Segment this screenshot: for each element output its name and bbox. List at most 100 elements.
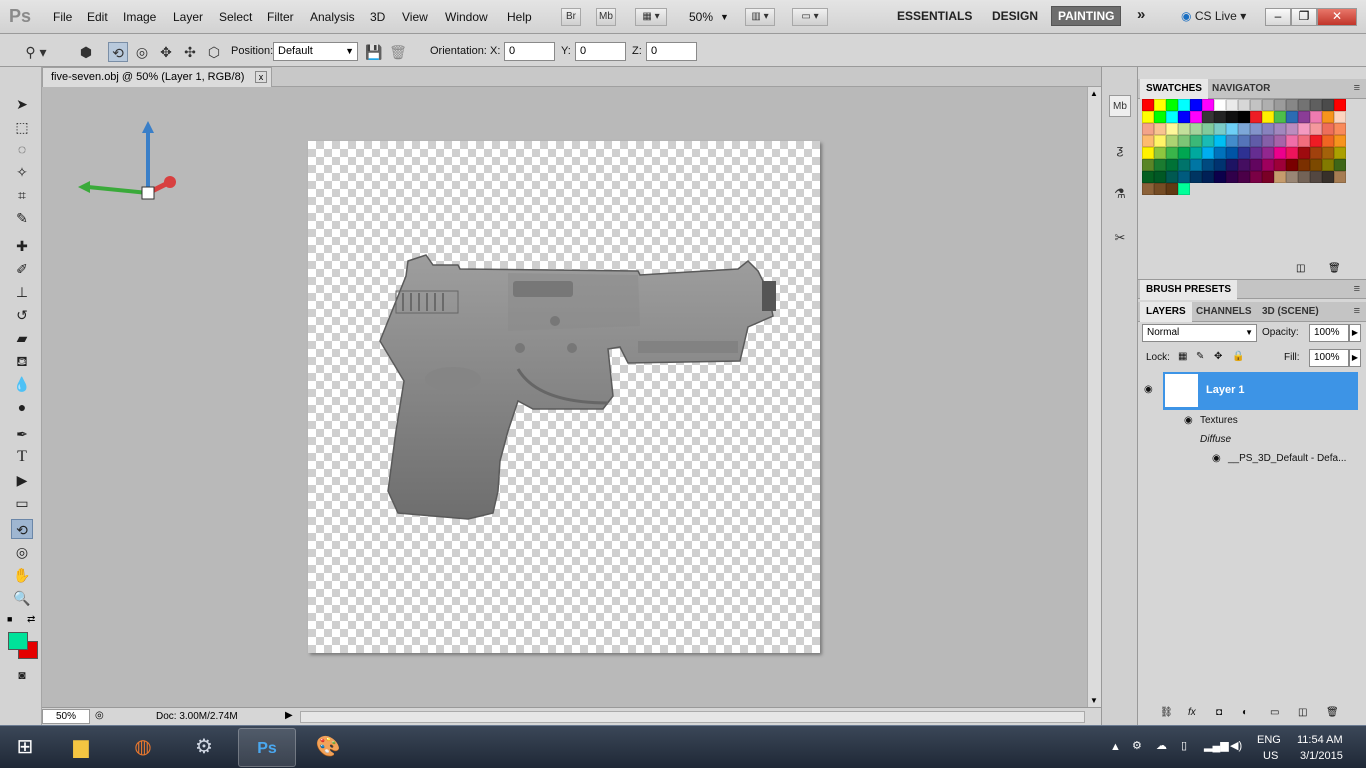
lasso-tool-icon[interactable]: ◌ xyxy=(11,139,33,159)
color-swatch[interactable] xyxy=(1190,171,1202,183)
eraser-tool-icon[interactable]: ▰ xyxy=(11,328,33,348)
opacity-field[interactable]: 100% xyxy=(1309,324,1349,342)
scale-3d-icon[interactable]: ⬡ xyxy=(204,42,224,62)
brush-tool-icon[interactable]: ✐ xyxy=(11,259,33,279)
color-swatch[interactable] xyxy=(1226,171,1238,183)
color-swatch[interactable] xyxy=(1238,171,1250,183)
fill-field[interactable]: 100% xyxy=(1309,349,1349,367)
color-swatch[interactable] xyxy=(1178,123,1190,135)
color-swatch[interactable] xyxy=(1226,135,1238,147)
vertical-scrollbar[interactable]: ▲ ▼ xyxy=(1087,87,1101,707)
color-swatch[interactable] xyxy=(1190,99,1202,111)
scroll-down-icon[interactable]: ▼ xyxy=(1090,696,1098,705)
color-swatch[interactable] xyxy=(1322,147,1334,159)
clone-stamp-tool-icon[interactable]: ⊥ xyxy=(11,282,33,302)
color-swatch[interactable] xyxy=(1142,171,1154,183)
status-info-icon[interactable]: ◎ xyxy=(95,710,104,721)
blur-tool-icon[interactable]: 💧 xyxy=(11,374,33,394)
color-swatch[interactable] xyxy=(1214,111,1226,123)
color-swatch[interactable] xyxy=(1274,99,1286,111)
cs-live-button[interactable]: ◉ CS Live ▾ xyxy=(1181,9,1246,23)
lock-all-icon[interactable]: 🔒 xyxy=(1232,351,1244,362)
color-swatch[interactable] xyxy=(1334,171,1346,183)
delete-layer-icon[interactable]: 🗑 xyxy=(1326,707,1339,718)
menu-view[interactable]: View xyxy=(402,10,428,24)
save-view-icon[interactable]: 💾 xyxy=(364,42,384,62)
drag-3d-icon[interactable]: ✥ xyxy=(156,42,176,62)
color-swatch[interactable] xyxy=(1142,135,1154,147)
color-swatch[interactable] xyxy=(1298,99,1310,111)
color-swatch[interactable] xyxy=(1166,111,1178,123)
color-swatch[interactable] xyxy=(1214,171,1226,183)
panel-menu-icon[interactable]: ≡ xyxy=(1354,283,1360,295)
new-swatch-icon[interactable]: ◫ xyxy=(1296,263,1305,274)
color-swatch[interactable] xyxy=(1262,159,1274,171)
crop-tool-icon[interactable]: ⌗ xyxy=(11,185,33,205)
color-swatch[interactable] xyxy=(1262,111,1274,123)
orientation-z-field[interactable]: 0 xyxy=(646,42,697,61)
layer-mask-icon[interactable]: ◘ xyxy=(1216,707,1222,718)
return-to-initial-position-icon[interactable]: ⬢ xyxy=(76,42,96,62)
new-group-icon[interactable]: ▭ xyxy=(1270,707,1279,718)
color-swatch[interactable] xyxy=(1250,111,1262,123)
menu-select[interactable]: Select xyxy=(219,10,252,24)
menu-file[interactable]: File xyxy=(53,10,72,24)
orientation-y-field[interactable]: 0 xyxy=(575,42,626,61)
workspace-design[interactable]: DESIGN xyxy=(992,9,1038,23)
color-swatch[interactable] xyxy=(1274,147,1286,159)
color-swatch[interactable] xyxy=(1286,147,1298,159)
menu-help[interactable]: Help xyxy=(507,10,532,24)
new-layer-icon[interactable]: ◫ xyxy=(1298,707,1307,718)
color-swatch[interactable] xyxy=(1214,99,1226,111)
color-swatch[interactable] xyxy=(1322,135,1334,147)
color-swatch[interactable] xyxy=(1250,147,1262,159)
color-swatch[interactable] xyxy=(1298,171,1310,183)
color-swatch[interactable] xyxy=(1286,171,1298,183)
firefox-icon[interactable]: ◍ xyxy=(114,728,172,767)
color-swatch[interactable] xyxy=(1274,135,1286,147)
panel-menu-icon[interactable]: ≡ xyxy=(1354,82,1360,94)
document-canvas[interactable] xyxy=(308,141,820,653)
start-button-icon[interactable]: ⊞ xyxy=(2,728,48,767)
orientation-x-field[interactable]: 0 xyxy=(504,42,555,61)
color-swatch[interactable] xyxy=(1262,99,1274,111)
color-swatch[interactable] xyxy=(1286,123,1298,135)
color-swatch[interactable] xyxy=(1238,99,1250,111)
color-swatch[interactable] xyxy=(1142,147,1154,159)
clock-time[interactable]: 11:54 AM xyxy=(1297,734,1343,746)
color-swatch[interactable] xyxy=(1154,123,1166,135)
healing-brush-tool-icon[interactable]: ✚ xyxy=(11,236,33,256)
layer-style-icon[interactable]: fx xyxy=(1188,707,1196,718)
color-swatch[interactable] xyxy=(1166,99,1178,111)
color-swatch[interactable] xyxy=(1250,99,1262,111)
color-swatch[interactable] xyxy=(1262,171,1274,183)
color-swatch[interactable] xyxy=(1166,159,1178,171)
zoom-dropdown-icon[interactable]: ▼ xyxy=(720,12,729,22)
color-swatch[interactable] xyxy=(1190,159,1202,171)
color-swatch[interactable] xyxy=(1166,171,1178,183)
color-swatch[interactable] xyxy=(1202,123,1214,135)
type-tool-icon[interactable]: T xyxy=(11,447,33,467)
quick-selection-tool-icon[interactable]: ✧ xyxy=(11,162,33,182)
workspace-more-button[interactable]: » xyxy=(1137,6,1145,23)
color-swatch[interactable] xyxy=(1298,159,1310,171)
color-swatch[interactable] xyxy=(1334,111,1346,123)
color-swatch[interactable] xyxy=(1214,159,1226,171)
path-selection-tool-icon[interactable]: ▶ xyxy=(11,470,33,490)
color-swatch[interactable] xyxy=(1226,111,1238,123)
color-swatch[interactable] xyxy=(1142,111,1154,123)
color-swatch[interactable] xyxy=(1154,171,1166,183)
color-swatch[interactable] xyxy=(1286,159,1298,171)
rotate-3d-icon[interactable]: ⟲ xyxy=(108,42,128,62)
color-swatch[interactable] xyxy=(1202,135,1214,147)
shape-tool-icon[interactable]: ▭ xyxy=(11,493,33,513)
color-swatch[interactable] xyxy=(1298,111,1310,123)
color-swatch[interactable] xyxy=(1190,111,1202,123)
color-swatch[interactable] xyxy=(1190,147,1202,159)
color-swatch[interactable] xyxy=(1262,147,1274,159)
color-swatch[interactable] xyxy=(1274,159,1286,171)
color-swatch[interactable] xyxy=(1166,147,1178,159)
delete-swatch-icon[interactable]: 🗑 xyxy=(1328,263,1341,274)
roll-3d-icon[interactable]: ◎ xyxy=(132,42,152,62)
scroll-up-icon[interactable]: ▲ xyxy=(1090,89,1098,98)
